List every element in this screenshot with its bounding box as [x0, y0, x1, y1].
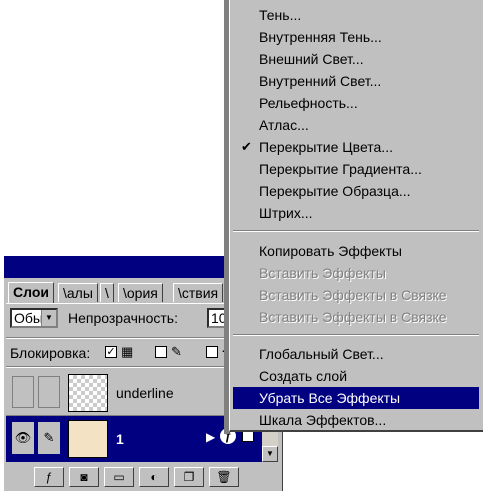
menu-item-clear-all-effects[interactable]: Убрать Все Эффекты: [233, 387, 479, 409]
menu-item-satin[interactable]: Атлас...: [233, 114, 479, 136]
menu-item-label: Перекрытие Цвета...: [259, 139, 393, 155]
link-toggle[interactable]: [38, 376, 60, 408]
visibility-toggle[interactable]: [12, 376, 34, 408]
menu-item-bevel-emboss[interactable]: Рельефность...: [233, 92, 479, 114]
lock-image-checkbox[interactable]: [155, 346, 167, 358]
palette-bottom-bar: ƒ ◙ ▭ ◐ ❐ 🗑: [6, 465, 282, 489]
menu-item-paste-effects-linked: Вставить Эффекты в Связке: [259, 287, 447, 303]
layer-thumbnail: [68, 420, 108, 458]
tab-history[interactable]: \ория: [118, 283, 163, 302]
menu-item-scale-effects[interactable]: Шкала Эффектов...: [233, 409, 479, 431]
menu-item-inner-glow[interactable]: Внутренний Свет...: [233, 70, 479, 92]
lock-transparency-checkbox[interactable]: ✓: [105, 346, 117, 358]
menu-item-drop-shadow[interactable]: Тень...: [233, 4, 479, 26]
menu-item-copy-effects[interactable]: Копировать Эффекты: [233, 240, 479, 262]
menu-item-pattern-overlay[interactable]: Перекрытие Образца...: [233, 180, 479, 202]
add-style-button[interactable]: ƒ: [34, 467, 64, 487]
menu-item-stroke[interactable]: Штрих...: [233, 202, 479, 224]
menu-item-paste-effects-linked-2: Вставить Эффекты в Связке: [259, 309, 447, 325]
trash-icon[interactable]: 🗑: [209, 467, 239, 487]
menu-item-create-layer[interactable]: Создать слой: [233, 365, 479, 387]
new-layer-button[interactable]: ❐: [174, 467, 204, 487]
tab-layers[interactable]: Слои: [8, 282, 54, 303]
add-mask-button[interactable]: ◙: [69, 467, 99, 487]
expand-triangle-icon[interactable]: ▶: [206, 430, 215, 444]
layer-name: 1: [116, 431, 124, 447]
menu-item-gradient-overlay[interactable]: Перекрытие Градиента...: [233, 158, 479, 180]
blend-mode-select[interactable]: Обыч ▼: [10, 308, 58, 328]
layer-name: underline: [116, 385, 174, 401]
tab-actions[interactable]: \ствия: [173, 283, 224, 302]
menu-item-global-light[interactable]: Глобальный Свет...: [233, 343, 479, 365]
new-set-button[interactable]: ▭: [104, 467, 134, 487]
opacity-label: Непрозрачность:: [68, 310, 178, 326]
menu-separator: [233, 230, 479, 232]
scroll-down-icon[interactable]: ▼: [262, 446, 278, 462]
menu-item-outer-glow[interactable]: Внешний Свет...: [233, 48, 479, 70]
lock-position-checkbox[interactable]: [206, 346, 218, 358]
brush-icon[interactable]: ✎: [38, 422, 60, 454]
context-menu: Тень... Внутренняя Тень... Внешний Свет.…: [229, 0, 483, 432]
transparency-icon: ▦: [121, 344, 134, 359]
tab-paths[interactable]: \: [100, 283, 114, 302]
eye-icon[interactable]: 👁: [12, 422, 34, 454]
lock-label: Блокировка:: [10, 345, 91, 361]
layer-thumbnail: [68, 374, 108, 412]
menu-item-paste-effects: Вставить Эффекты: [259, 265, 386, 281]
adjustment-layer-button[interactable]: ◐: [139, 467, 169, 487]
checkmark-icon: ✔: [241, 139, 252, 154]
menu-item-color-overlay[interactable]: ✔ Перекрытие Цвета...: [233, 136, 479, 158]
chevron-down-icon[interactable]: ▼: [41, 310, 56, 326]
menu-separator: [233, 334, 479, 336]
menu-item-inner-shadow[interactable]: Внутренняя Тень...: [233, 26, 479, 48]
tab-channels[interactable]: \алы: [58, 283, 98, 302]
brush-icon: ✎: [171, 344, 182, 359]
